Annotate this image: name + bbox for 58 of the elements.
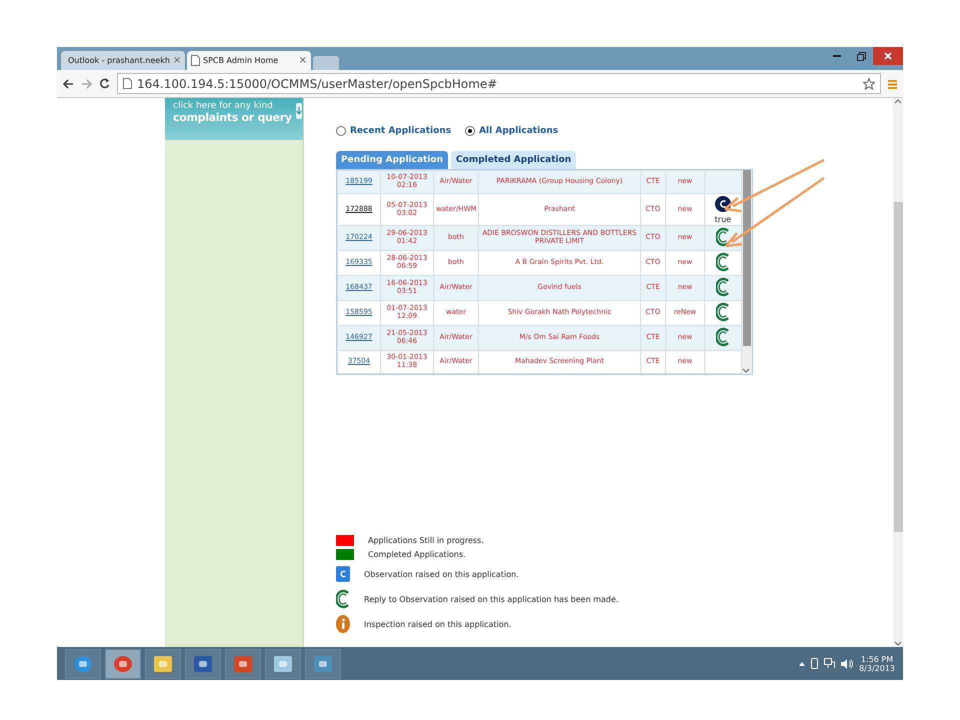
volume-icon[interactable] [841, 658, 854, 668]
minimize-icon [833, 55, 841, 57]
taskbar-app-button[interactable] [65, 648, 101, 678]
legend-text: Inspection raised on this application. [364, 620, 512, 628]
info-icon [336, 615, 350, 633]
url-text: 164.100.194.5:15000/OCMMS/userMaster/openSpcbHome# [137, 76, 498, 90]
taskbar-app-button[interactable] [305, 648, 341, 678]
icon-note: true [714, 215, 732, 224]
double-c-icon [716, 227, 730, 247]
taskbar-app-button[interactable] [145, 648, 181, 678]
restore-icon [856, 52, 866, 60]
tab-title: SPCB Admin Home [203, 56, 278, 65]
close-icon[interactable]: × [298, 55, 307, 66]
down-arrow-icon [296, 107, 302, 115]
back-icon[interactable] [63, 78, 74, 88]
clock[interactable]: 1:56 PM 8/3/2013 [859, 654, 895, 672]
tray-caret-icon[interactable] [799, 662, 806, 666]
legend-text: Observation raised on this application. [364, 570, 519, 578]
banner-text: click here for any kind [173, 101, 274, 111]
browser-tab[interactable]: SPCB Admin Home × [187, 51, 311, 70]
legend-text: Completed Applications. [368, 550, 466, 559]
close-icon[interactable]: × [172, 55, 182, 66]
double-c-icon [716, 302, 730, 322]
legend-text: Reply to Observation raised on this application has been made. [364, 594, 618, 604]
reload-icon[interactable] [99, 78, 110, 89]
radio-dot[interactable] [465, 126, 476, 136]
page-icon [123, 78, 132, 89]
network-icon[interactable] [824, 658, 836, 669]
phone-icon[interactable] [811, 658, 818, 669]
filter-radio[interactable]: Recent Applications [336, 126, 452, 136]
taskbar-app-button[interactable] [185, 648, 221, 678]
banner-title: complaints or query [173, 111, 292, 124]
scroll-up-icon[interactable] [894, 98, 902, 104]
down-arrow-button[interactable] [296, 103, 302, 119]
legend-text: Applications Still in progress. [368, 536, 484, 545]
filter-radio[interactable]: All Applications [465, 126, 558, 136]
radio-dot[interactable] [336, 126, 346, 136]
taskbar-app-button[interactable] [225, 648, 261, 678]
scroll-down-icon[interactable] [894, 641, 902, 647]
double-c-icon [716, 277, 730, 297]
close-button[interactable] [873, 47, 903, 65]
double-c-icon [716, 252, 730, 272]
scroll-down-icon[interactable] [742, 368, 750, 374]
application-tab[interactable]: Pending Application [336, 151, 448, 169]
taskbar-app-button[interactable] [105, 648, 141, 678]
scrollbar-thumb[interactable] [743, 170, 751, 346]
close-icon [884, 52, 892, 60]
browser-tab[interactable]: Outlook - prashant.neekh × [61, 51, 185, 70]
page-scrollbar-thumb[interactable] [894, 202, 902, 532]
address-field[interactable]: 164.100.194.5:15000/OCMMS/userMaster/openSpcbHome# [117, 73, 881, 94]
star-icon[interactable] [863, 78, 875, 90]
page-icon [191, 55, 200, 66]
observation-icon [336, 563, 350, 585]
taskbar-app-button[interactable] [265, 648, 301, 678]
tab-title: Outlook - prashant.neekh [68, 56, 170, 65]
double-c-icon [716, 327, 730, 347]
application-tab[interactable]: Completed Application [451, 151, 576, 169]
double-c-icon [336, 589, 350, 609]
